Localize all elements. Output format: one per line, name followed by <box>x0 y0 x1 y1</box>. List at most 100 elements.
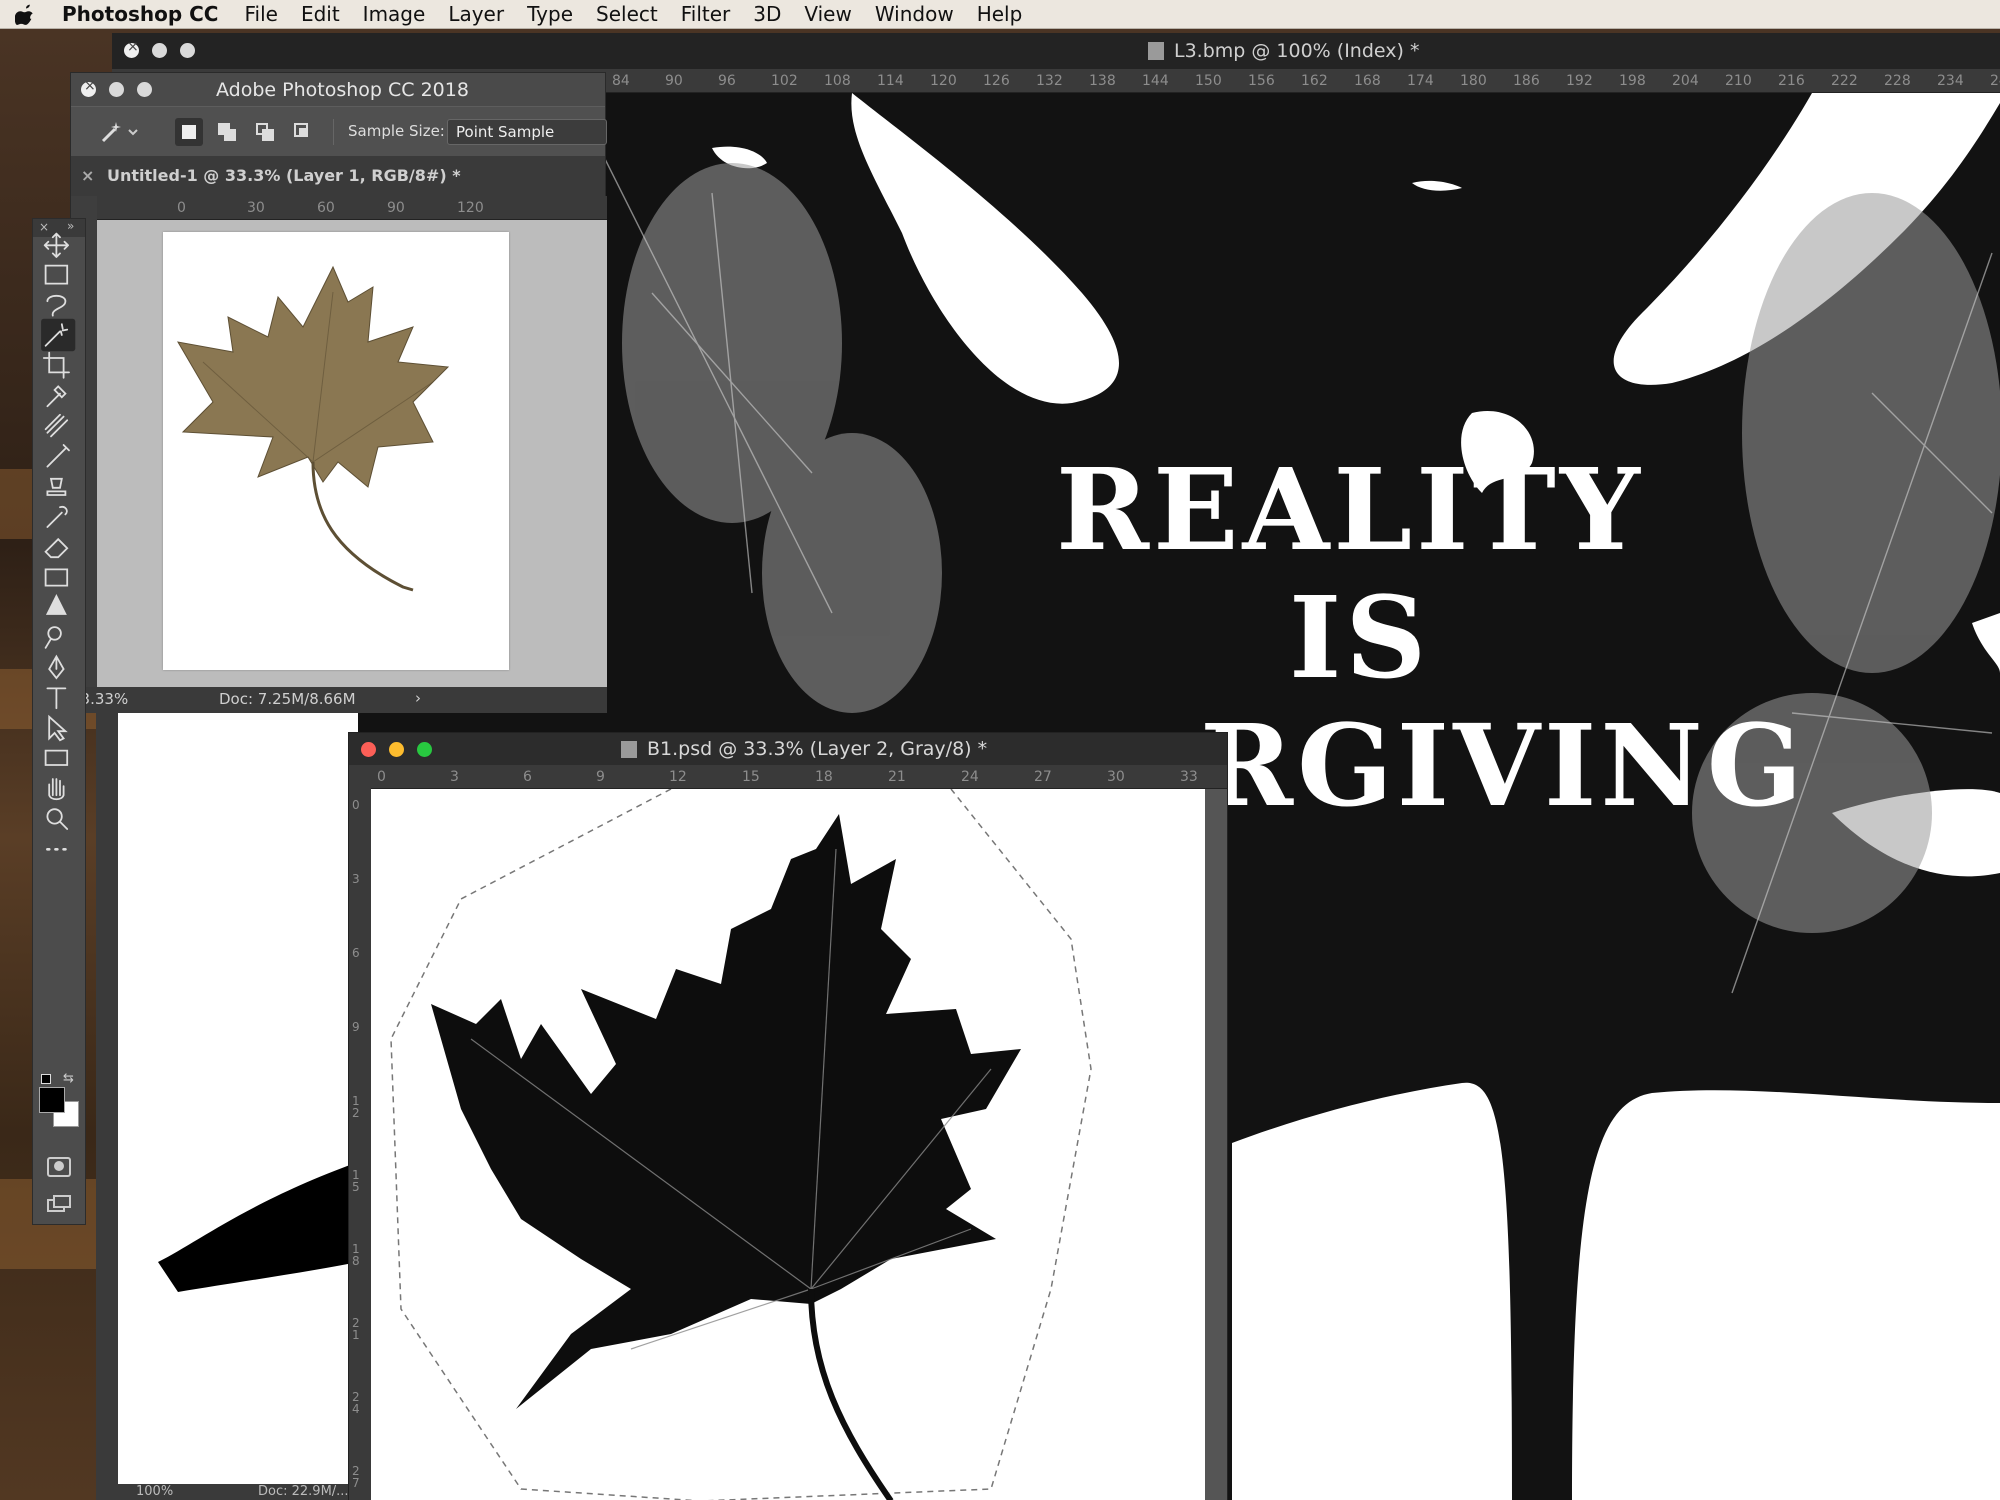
status-bar: 33.33% Doc: 7.25M/8.66M › <box>71 687 607 713</box>
eyedropper-tool-icon[interactable] <box>46 385 67 408</box>
hand-tool-icon[interactable] <box>48 778 65 801</box>
close-tab-icon[interactable]: × <box>81 166 94 185</box>
menu-help[interactable]: Help <box>977 2 1023 26</box>
history-brush-tool-icon[interactable] <box>46 505 68 528</box>
vertical-ruler[interactable]: 0 3 6 9 12 15 18 21 24 27 <box>349 789 371 1500</box>
ruler-tick-label: 204 <box>1672 73 1699 89</box>
foreground-color-swatch[interactable] <box>39 1087 65 1113</box>
zoom-tool-icon[interactable] <box>46 808 69 830</box>
default-colors-icon[interactable] <box>41 1074 51 1084</box>
ruler-tick-label: 90 <box>665 73 683 89</box>
horizontal-ruler[interactable]: 0 3 6 9 12 15 18 21 24 27 30 33 <box>371 765 1227 789</box>
minimize-button[interactable] <box>389 742 404 757</box>
menu-filter[interactable]: Filter <box>681 2 731 26</box>
healing-tool-icon[interactable] <box>44 413 69 438</box>
menu-3d[interactable]: 3D <box>753 2 781 26</box>
ruler-tick-label: 108 <box>824 73 851 89</box>
document-tab[interactable]: × Untitled-1 @ 33.3% (Layer 1, RGB/8#) * <box>71 156 605 196</box>
maple-leaf-photo <box>177 265 450 592</box>
ruler-tick-label: 33 <box>1180 769 1198 785</box>
ruler-tick-label: 24 <box>961 769 979 785</box>
minimize-button[interactable] <box>109 82 124 97</box>
pen-tool-icon[interactable] <box>48 654 65 680</box>
zoom-button[interactable] <box>417 742 432 757</box>
ruler-tick-label: 174 <box>1407 73 1434 89</box>
menu-file[interactable]: File <box>244 2 277 26</box>
close-button[interactable] <box>81 78 96 97</box>
rectangle-tool-icon[interactable] <box>44 749 69 766</box>
ruler-tick-label: 240 <box>1990 73 2000 89</box>
close-button[interactable] <box>124 39 139 58</box>
vertical-scrollbar[interactable] <box>1205 789 1227 1500</box>
ruler-tick-label: 21 <box>352 1316 360 1342</box>
menu-image[interactable]: Image <box>363 2 426 26</box>
ruler-tick-label: 180 <box>1460 73 1487 89</box>
poster-line-2: IS <box>1289 573 1431 704</box>
close-button[interactable] <box>361 742 376 757</box>
marquee-tool-icon[interactable] <box>44 264 69 285</box>
move-tool-icon[interactable] <box>43 232 70 258</box>
white-shape <box>1232 1082 2000 1500</box>
window-titlebar[interactable]: B1.psd @ 33.3% (Layer 2, Gray/8) * <box>349 733 1227 765</box>
ruler-tick-label: 27 <box>352 1464 360 1490</box>
ruler-tick-label: 192 <box>1566 73 1593 89</box>
black-maple-leaf <box>390 788 1092 1500</box>
apple-icon[interactable] <box>14 3 36 25</box>
quick-mask-icon[interactable] <box>47 1157 71 1177</box>
menu-view[interactable]: View <box>804 2 851 26</box>
ruler-tick-label: 222 <box>1831 73 1858 89</box>
ruler-tick-label: 60 <box>317 200 335 216</box>
zoom-button[interactable] <box>137 82 152 97</box>
stamp-tool-icon[interactable] <box>46 477 67 496</box>
type-tool-icon[interactable] <box>46 687 67 710</box>
ruler-tick-label: 30 <box>247 200 265 216</box>
lasso-tool-icon[interactable] <box>46 294 67 317</box>
zoom-button[interactable] <box>180 43 195 58</box>
menu-window[interactable]: Window <box>875 2 954 26</box>
zoom-level[interactable]: 100% <box>136 1484 173 1499</box>
minimize-button[interactable] <box>152 43 167 58</box>
menu-app-name[interactable]: Photoshop CC <box>62 2 218 26</box>
ruler-tick-label: 150 <box>1195 73 1222 89</box>
sample-size-select[interactable]: Point Sample <box>447 119 607 145</box>
ruler-tick-label: 90 <box>387 200 405 216</box>
ruler-tick-label: 210 <box>1725 73 1752 89</box>
ruler-tick-label: 198 <box>1619 73 1646 89</box>
screen-mode-icon[interactable] <box>47 1195 71 1213</box>
ruler-tick-label: 12 <box>669 769 687 785</box>
menu-select[interactable]: Select <box>596 2 658 26</box>
magic-wand-preset-icon[interactable] <box>99 119 143 145</box>
menu-type[interactable]: Type <box>527 2 573 26</box>
ruler-tick-label: 114 <box>877 73 904 89</box>
vertical-ruler[interactable] <box>96 712 118 1500</box>
window-titlebar[interactable]: Adobe Photoshop CC 2018 <box>71 73 605 106</box>
ruler-tick-label: 234 <box>1937 73 1964 89</box>
swap-colors-icon[interactable]: ⇆ <box>63 1071 74 1086</box>
ruler-tick-label: 144 <box>1142 73 1169 89</box>
dodge-tool-icon[interactable] <box>44 626 62 649</box>
gradient-tool-icon[interactable] <box>44 568 69 587</box>
options-bar: Sample Size: Point Sample <box>71 106 607 156</box>
tab-title: Untitled-1 @ 33.3% (Layer 1, RGB/8#) * <box>107 166 461 185</box>
chevron-right-icon[interactable]: › <box>415 689 421 707</box>
crop-tool-icon[interactable] <box>42 351 70 379</box>
window-titlebar[interactable]: L3.bmp @ 100% (Index) * <box>112 33 2000 69</box>
sample-size-label: Sample Size: <box>348 122 445 140</box>
ruler-tick-label: 9 <box>596 769 605 785</box>
path-select-tool-icon[interactable] <box>48 714 68 742</box>
leaf-stem <box>808 1288 894 1500</box>
menu-layer[interactable]: Layer <box>448 2 504 26</box>
document-page <box>163 232 509 670</box>
brush-tool-icon[interactable] <box>46 444 70 468</box>
ruler-tick-label: 96 <box>718 73 736 89</box>
eraser-tool-icon[interactable] <box>44 537 69 559</box>
subtract-selection-button[interactable] <box>251 118 279 146</box>
magic-wand-tool-icon[interactable] <box>41 318 76 352</box>
ruler-tick-label: 138 <box>1089 73 1116 89</box>
intersect-selection-button[interactable] <box>289 118 317 146</box>
menu-edit[interactable]: Edit <box>301 2 340 26</box>
blur-tool-icon[interactable] <box>45 593 67 615</box>
add-selection-button[interactable] <box>213 118 241 146</box>
new-selection-button[interactable] <box>175 118 203 146</box>
horizontal-ruler[interactable]: 0 30 60 90 120 <box>97 196 607 220</box>
